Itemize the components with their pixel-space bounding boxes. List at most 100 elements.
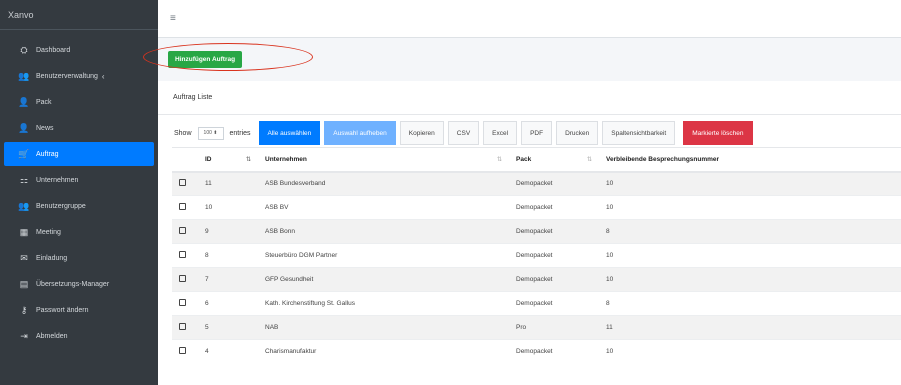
sort-icon: ⇅ — [245, 157, 251, 163]
row-checkbox[interactable] — [179, 179, 186, 187]
cell-remaining: 11 — [598, 315, 901, 340]
sidebar-item-auftrag[interactable]: 🛒 Auftrag — [4, 142, 154, 166]
sidebar-item-label: Meeting — [36, 228, 61, 236]
table-row[interactable]: 8 Steuerbüro DGM Partner Demopacket 10 — [172, 243, 901, 268]
print-button[interactable]: Drucken — [556, 121, 599, 145]
header-id-label: ID — [205, 155, 212, 163]
header-remaining[interactable]: Verbleibende Besprechungsnummer — [598, 147, 901, 173]
sidebar-item-label: News — [36, 124, 54, 132]
cell-id: 10 — [197, 195, 257, 220]
cell-unternehmen: ASB Bundesverband — [257, 171, 508, 196]
cell-pack: Pro — [508, 315, 598, 340]
envelope-icon: ✉ — [20, 252, 28, 263]
top-navbar: ≡ — [158, 0, 901, 38]
cell-remaining: 10 — [598, 267, 901, 292]
show-label: Show — [174, 129, 192, 137]
sidebar-item-label: Passwort ändern — [36, 306, 89, 314]
calendar-icon: ▦ — [19, 226, 29, 237]
news-icon: 👤 — [18, 122, 30, 133]
sidebar-item-uebersetzungs-manager[interactable]: ▤ Übersetzungs-Manager — [4, 272, 154, 296]
row-checkbox[interactable] — [179, 227, 186, 234]
cell-id: 11 — [197, 171, 257, 196]
select-all-button[interactable]: Alle auswählen — [258, 121, 321, 145]
action-row: Hinzufügen Auftrag — [143, 38, 901, 81]
sidebar-item-pack[interactable]: 👤 Pack — [4, 90, 154, 114]
row-checkbox[interactable] — [179, 251, 186, 258]
cell-remaining: 10 — [598, 243, 901, 268]
translate-icon: ▤ — [19, 278, 29, 289]
sidebar-item-label: Auftrag — [36, 150, 59, 158]
cell-pack: Demopacket — [508, 291, 598, 316]
column-visibility-button[interactable]: Spaltensichtbarkeit — [602, 121, 676, 145]
sidebar-item-label: Einladung — [36, 254, 68, 262]
table-toolbar: Show 100 ⬍ entries Alle auswählen Auswah… — [158, 115, 901, 151]
cell-id: 9 — [197, 219, 257, 244]
brand-logo[interactable]: Xanvo — [0, 0, 158, 30]
cell-id: 5 — [197, 315, 257, 340]
highlight-annotation — [143, 43, 313, 71]
sidebar-item-benutzergruppe[interactable]: 👥 Benutzergruppe — [4, 194, 154, 218]
entries-label: entries — [229, 129, 251, 137]
sidebar-item-label: Benutzerverwaltung — [36, 72, 98, 80]
cell-unternehmen: NAB — [257, 315, 508, 340]
copy-button[interactable]: Kopieren — [399, 121, 444, 145]
card-title: Auftrag Liste — [158, 81, 901, 115]
cell-pack: Demopacket — [508, 219, 598, 244]
sidebar-item-meeting[interactable]: ▦ Meeting — [4, 220, 154, 244]
cell-unternehmen: Steuerbüro DGM Partner — [257, 243, 508, 268]
cell-pack: Demopacket — [508, 267, 598, 292]
cell-id: 4 — [197, 339, 257, 364]
sidebar-item-news[interactable]: 👤 News — [4, 116, 154, 140]
header-unternehmen-label: Unternehmen — [265, 155, 307, 163]
sitemap-icon: ⚏ — [19, 174, 29, 185]
row-checkbox[interactable] — [179, 299, 186, 306]
cell-unternehmen: Charismanufaktur — [257, 339, 508, 364]
hamburger-menu-icon[interactable]: ≡ — [170, 13, 176, 24]
chevron-left-icon: ‹ — [101, 71, 105, 81]
table-row[interactable]: 9 ASB Bonn Demopacket 8 — [172, 219, 901, 244]
cell-unternehmen: ASB Bonn — [257, 219, 508, 244]
entries-select[interactable]: 100 ⬍ — [197, 126, 224, 140]
cell-pack: Demopacket — [508, 339, 598, 364]
row-checkbox[interactable] — [179, 347, 186, 355]
header-select — [172, 147, 197, 173]
header-id[interactable]: ID ⇅ — [197, 147, 257, 173]
sidebar-item-dashboard[interactable]: ⛭ Dashboard — [4, 38, 154, 62]
header-unternehmen[interactable]: Unternehmen ⇅ — [257, 147, 508, 173]
sidebar-item-passwort-aendern[interactable]: ⚷ Passwort ändern — [4, 298, 154, 322]
table-row[interactable]: 4 Charismanufaktur Demopacket 10 — [172, 339, 901, 364]
excel-button[interactable]: Excel — [483, 121, 518, 145]
csv-button[interactable]: CSV — [447, 121, 480, 145]
sidebar: Xanvo ⛭ Dashboard 👥 Benutzerverwaltung ‹… — [0, 0, 158, 385]
sidebar-item-einladung[interactable]: ✉ Einladung — [4, 246, 154, 270]
cell-remaining: 8 — [598, 291, 901, 316]
cell-id: 6 — [197, 291, 257, 316]
group-icon: 👥 — [18, 200, 30, 211]
sidebar-item-benutzerverwaltung[interactable]: 👥 Benutzerverwaltung ‹ — [4, 64, 154, 88]
sort-icon: ⇅ — [496, 157, 502, 163]
pdf-button[interactable]: PDF — [521, 121, 553, 145]
cell-id: 8 — [197, 243, 257, 268]
sidebar-item-unternehmen[interactable]: ⚏ Unternehmen — [4, 168, 154, 192]
pack-icon: 👤 — [18, 96, 30, 107]
sidebar-item-label: Benutzergruppe — [36, 202, 86, 210]
delete-marked-button[interactable]: Markierte löschen — [683, 121, 753, 145]
row-checkbox[interactable] — [179, 275, 186, 282]
sidebar-item-abmelden[interactable]: ⇥ Abmelden — [4, 324, 154, 348]
table-row[interactable]: 10 ASB BV Demopacket 10 — [172, 195, 901, 220]
sidebar-item-label: Übersetzungs-Manager — [36, 280, 110, 288]
cell-pack: Demopacket — [508, 243, 598, 268]
table-row[interactable]: 5 NAB Pro 11 — [172, 315, 901, 340]
users-icon: 👥 — [18, 70, 30, 81]
cell-unternehmen: Kath. Kirchenstiftung St. Gallus — [257, 291, 508, 316]
cell-remaining: 10 — [598, 195, 901, 220]
row-checkbox[interactable] — [179, 203, 186, 210]
table-row[interactable]: 11 ASB Bundesverband Demopacket 10 — [172, 171, 901, 196]
table-row[interactable]: 6 Kath. Kirchenstiftung St. Gallus Demop… — [172, 291, 901, 316]
sidebar-item-label: Dashboard — [36, 46, 71, 54]
cell-remaining: 8 — [598, 219, 901, 244]
deselect-button[interactable]: Auswahl aufheben — [324, 121, 396, 145]
row-checkbox[interactable] — [179, 323, 186, 330]
table-row[interactable]: 7 GFP Gesundheit Demopacket 10 — [172, 267, 901, 292]
header-pack[interactable]: Pack ⇅ — [508, 147, 598, 173]
